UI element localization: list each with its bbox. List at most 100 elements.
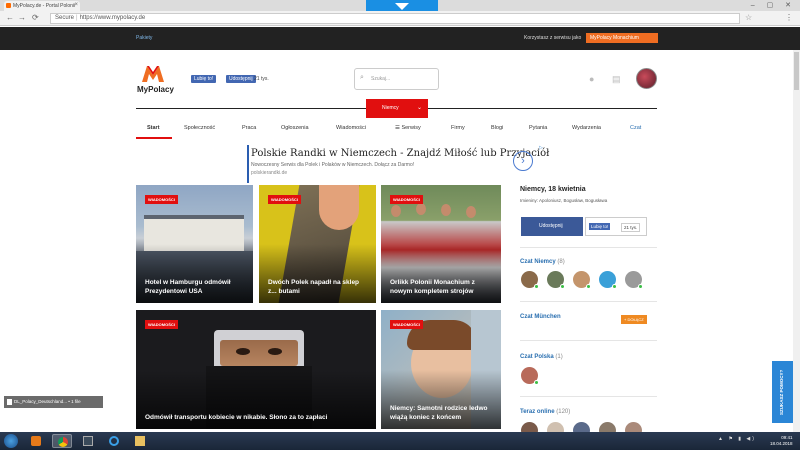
nav-item-wiadomosci[interactable]: Wiadomości xyxy=(336,125,366,131)
news-card[interactable]: WIADOMOŚCI Niemcy: Samotni rodzice ledwo… xyxy=(381,310,501,429)
app-icon[interactable] xyxy=(78,434,98,448)
start-button-icon[interactable] xyxy=(4,434,18,448)
avatar[interactable] xyxy=(599,271,617,289)
forward-icon[interactable]: → xyxy=(18,13,26,22)
news-card[interactable]: WIADOMOŚCI Dwóch Polek napadł na sklep z… xyxy=(259,185,376,303)
category-badge[interactable]: WIADOMOŚCI xyxy=(390,195,423,204)
nav-item-serwisy[interactable]: ☰ Serwisy xyxy=(395,125,421,131)
fb-like-button[interactable]: Lubię to! xyxy=(589,223,611,230)
nav-item-praca[interactable]: Praca xyxy=(242,125,256,131)
back-icon[interactable]: ← xyxy=(6,13,14,22)
news-card[interactable]: WIADOMOŚCI Odmówił transportu kobiecie w… xyxy=(136,310,376,429)
online-indicator xyxy=(534,380,539,385)
reload-icon[interactable]: ⟳ xyxy=(32,13,39,22)
url-text: https://www.mypolacy.de xyxy=(79,15,146,21)
nav-item-spolecznosc[interactable]: Społeczność xyxy=(184,125,215,131)
ad-url: polskierandki.de xyxy=(251,170,288,176)
ad-title[interactable]: Polskie Randki w Niemczech - Znajdź Miło… xyxy=(251,148,549,159)
fb-share-button[interactable]: Udostępnij xyxy=(521,217,583,236)
browser-menu-icon[interactable]: ⋮ xyxy=(785,13,793,22)
avatar[interactable] xyxy=(625,271,643,289)
czat-niemcy-title[interactable]: Czat Niemcy (8) xyxy=(520,259,565,265)
download-filename: DL_Polacy_Deutschland... • 1 file xyxy=(14,399,81,404)
window-controls[interactable]: – ▢ ✕ xyxy=(751,1,796,9)
system-tray[interactable]: ▲ ⚑ ▮ ◀) xyxy=(718,436,756,442)
file-icon xyxy=(7,399,12,405)
nav-item-firmy[interactable]: Firmy xyxy=(451,125,465,131)
page-scrollbar[interactable] xyxy=(793,50,800,432)
site-topbar: Pakiety Korzystasz z serwisu jako MyPola… xyxy=(0,27,800,50)
online-indicator xyxy=(638,284,643,289)
nav-item-pytania[interactable]: Pytania xyxy=(529,125,547,131)
media-player-icon[interactable] xyxy=(26,434,46,448)
system-clock[interactable]: 09:41 18.04.2018 xyxy=(770,435,793,447)
address-bar[interactable]: Secure | https://www.mypolacy.de xyxy=(50,13,740,24)
pakiety-link[interactable]: Pakiety xyxy=(136,35,152,41)
news-title[interactable]: Orlikk Polonii Monachium z nowym komplet… xyxy=(390,278,493,296)
nav-item-ogloszenia[interactable]: Ogłoszenia xyxy=(281,125,309,131)
czat-polska-title[interactable]: Czat Polska (1) xyxy=(520,354,563,360)
nav-item-wydarzenia[interactable]: Wydarzenia xyxy=(572,125,601,131)
news-card[interactable]: WIADOMOŚCI Orlikk Polonii Monachium z no… xyxy=(381,185,501,303)
news-title[interactable]: Dwóch Polek napadł na sklep z... butami xyxy=(268,278,368,296)
news-title[interactable]: Hotel w Hamburgu odmówił Prezydentowi US… xyxy=(145,278,245,296)
mypolacy-logo-icon[interactable] xyxy=(142,66,164,82)
category-badge[interactable]: WIADOMOŚCI xyxy=(145,320,178,329)
sidebar-date: Niemcy, 18 kwietnia xyxy=(520,186,586,193)
fb-like-count: 21 tys. xyxy=(254,76,269,82)
join-button[interactable]: + DOŁĄCZ xyxy=(621,315,647,324)
bookmark-star-icon[interactable]: ☆ xyxy=(745,13,752,22)
news-title[interactable]: Niemcy: Samotni rodzice ledwo wiążą koni… xyxy=(390,404,493,422)
windows-taskbar: ▲ ⚑ ▮ ◀) 09:41 18.04.2018 xyxy=(0,432,800,450)
avatar[interactable] xyxy=(547,271,565,289)
fb-like-widget[interactable]: Lubię to! 21 tys. xyxy=(585,217,647,236)
nav-item-czat[interactable]: Czat xyxy=(630,125,641,131)
nav-item-blogi[interactable]: Blogi xyxy=(491,125,503,131)
category-badge[interactable]: WIADOMOŚCI xyxy=(145,195,178,204)
city-select-button[interactable]: MyPolacy Monachium xyxy=(586,33,658,43)
tab-title: MyPolacy.de - Portal Polonii xyxy=(13,3,76,9)
browser-toolbar: ← → ⟳ Secure | https://www.mypolacy.de ☆ ⋮ xyxy=(0,11,800,26)
browser-tab[interactable]: MyPolacy.de - Portal Polonii × xyxy=(4,1,80,11)
folder-icon[interactable] xyxy=(130,434,150,448)
avatar[interactable] xyxy=(573,271,591,289)
search-placeholder: Szukaj... xyxy=(371,76,391,82)
fb-like-count: 21 tys. xyxy=(621,223,641,232)
news-title[interactable]: Odmówił transportu kobiecie w nikabie. S… xyxy=(145,413,368,422)
category-badge[interactable]: WIADOMOŚCI xyxy=(390,320,423,329)
internet-explorer-icon[interactable] xyxy=(104,434,124,448)
ad-choice-icon[interactable]: ▷ xyxy=(539,145,547,153)
search-input[interactable]: ⌕ Szukaj... xyxy=(354,68,439,90)
fb-share-label: Udostępnij xyxy=(539,223,563,229)
nav-item-start[interactable]: Start xyxy=(147,125,160,131)
chevron-down-icon: ⌄ xyxy=(416,105,422,111)
category-badge[interactable]: WIADOMOŚCI xyxy=(268,195,301,204)
news-card[interactable]: WIADOMOŚCI Hotel w Hamburgu odmówił Prez… xyxy=(136,185,253,303)
avatar[interactable] xyxy=(521,367,539,385)
notifications-icon[interactable]: ● xyxy=(589,74,594,84)
czat-munchen-title[interactable]: Czat München xyxy=(520,314,561,320)
user-avatar[interactable] xyxy=(636,68,657,89)
fb-share-button[interactable]: Udostępnij xyxy=(226,75,256,83)
nav-active-indicator xyxy=(136,137,172,139)
using-as-label: Korzystasz z serwisu jako xyxy=(524,35,582,41)
logo-text[interactable]: MyPolacy xyxy=(137,85,174,94)
online-indicator xyxy=(612,284,617,289)
ad-banner[interactable]: Polskie Randki w Niemczech - Znajdź Miło… xyxy=(247,145,549,183)
download-item[interactable]: DL_Polacy_Deutschland... • 1 file xyxy=(4,396,103,408)
scroll-thumb[interactable] xyxy=(794,52,799,90)
tab-close-icon[interactable]: × xyxy=(74,2,78,8)
sidebar-nameday: Imieniny: Apoloniusz, Bogusław, Bogusław… xyxy=(520,198,608,203)
messages-icon[interactable]: ▤ xyxy=(612,74,621,85)
country-select-label: Niemcy xyxy=(382,105,399,111)
ad-arrow-icon[interactable]: › xyxy=(513,151,533,171)
secure-label: Secure xyxy=(55,15,75,21)
chrome-icon[interactable] xyxy=(52,434,72,448)
fb-like-button[interactable]: Lubię to! xyxy=(191,75,217,83)
online-indicator xyxy=(586,284,591,289)
help-button[interactable]: SZUKASZ POMOCY? xyxy=(772,361,794,423)
online-now-title[interactable]: Teraz online (120) xyxy=(520,409,570,415)
avatar[interactable] xyxy=(521,271,539,289)
country-select[interactable]: Niemcy ⌄ xyxy=(366,99,428,118)
online-indicator xyxy=(560,284,565,289)
